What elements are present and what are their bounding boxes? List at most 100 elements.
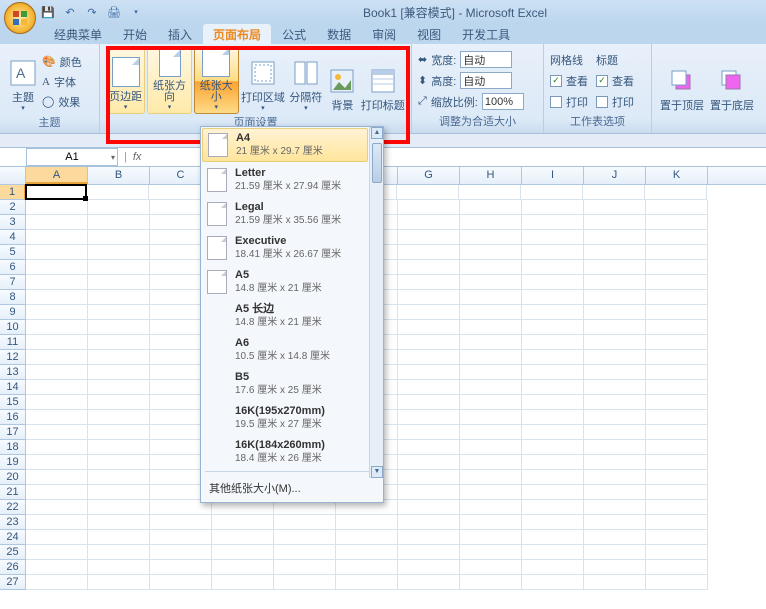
cell[interactable]: [460, 350, 522, 365]
cell[interactable]: [26, 425, 88, 440]
row-header[interactable]: 17: [0, 425, 26, 440]
cell[interactable]: [646, 560, 708, 575]
cell[interactable]: [522, 440, 584, 455]
themes-button[interactable]: A 主题▾: [6, 48, 40, 114]
print-titles-button[interactable]: 打印标题: [360, 48, 405, 114]
tab-formulas[interactable]: 公式: [272, 24, 316, 44]
row-header[interactable]: 5: [0, 245, 26, 260]
bring-front-button[interactable]: 置于顶层: [658, 48, 706, 114]
cell[interactable]: [398, 470, 460, 485]
cell[interactable]: [398, 500, 460, 515]
cell[interactable]: [87, 185, 149, 200]
cell[interactable]: [646, 515, 708, 530]
cell[interactable]: [398, 230, 460, 245]
cell[interactable]: [398, 560, 460, 575]
cell[interactable]: [398, 350, 460, 365]
cell[interactable]: [521, 185, 583, 200]
cell[interactable]: [88, 410, 150, 425]
cell[interactable]: [584, 215, 646, 230]
cell[interactable]: [150, 545, 212, 560]
column-header[interactable]: B: [88, 167, 150, 184]
cell[interactable]: [88, 575, 150, 590]
cell[interactable]: [398, 245, 460, 260]
cell[interactable]: [646, 365, 708, 380]
cell[interactable]: [460, 440, 522, 455]
tab-view[interactable]: 视图: [407, 24, 451, 44]
send-back-button[interactable]: 置于底层: [708, 48, 756, 114]
row-header[interactable]: 13: [0, 365, 26, 380]
cell[interactable]: [522, 230, 584, 245]
cell[interactable]: [522, 350, 584, 365]
cell[interactable]: [26, 305, 88, 320]
cell[interactable]: [26, 485, 88, 500]
cell[interactable]: [646, 335, 708, 350]
cell[interactable]: [646, 290, 708, 305]
cell[interactable]: [584, 575, 646, 590]
scale-width-input[interactable]: [460, 51, 512, 68]
cell[interactable]: [336, 575, 398, 590]
scale-percent-input[interactable]: [482, 93, 524, 110]
cell[interactable]: [212, 545, 274, 560]
cell[interactable]: [584, 395, 646, 410]
cell[interactable]: [398, 215, 460, 230]
cell[interactable]: [398, 365, 460, 380]
cell[interactable]: [646, 425, 708, 440]
breaks-button[interactable]: 分隔符▾: [287, 48, 324, 114]
column-header[interactable]: I: [522, 167, 584, 184]
tab-insert[interactable]: 插入: [158, 24, 202, 44]
cell[interactable]: [522, 245, 584, 260]
cell[interactable]: [459, 185, 521, 200]
cell[interactable]: [88, 365, 150, 380]
fx-icon[interactable]: fx: [133, 151, 142, 163]
row-header[interactable]: 23: [0, 515, 26, 530]
cell[interactable]: [460, 515, 522, 530]
cell[interactable]: [584, 335, 646, 350]
cell[interactable]: [150, 560, 212, 575]
cell[interactable]: [88, 455, 150, 470]
row-header[interactable]: 12: [0, 350, 26, 365]
cell[interactable]: [522, 200, 584, 215]
cell[interactable]: [584, 350, 646, 365]
cell[interactable]: [522, 275, 584, 290]
cell[interactable]: [646, 575, 708, 590]
cell[interactable]: [397, 185, 459, 200]
cell[interactable]: [460, 380, 522, 395]
cell[interactable]: [398, 380, 460, 395]
cell[interactable]: [460, 485, 522, 500]
cell[interactable]: [522, 560, 584, 575]
cell[interactable]: [88, 500, 150, 515]
cell[interactable]: [646, 305, 708, 320]
cell[interactable]: [645, 185, 707, 200]
cell[interactable]: [212, 560, 274, 575]
cell[interactable]: [522, 335, 584, 350]
cell[interactable]: [26, 560, 88, 575]
cell[interactable]: [88, 485, 150, 500]
row-header[interactable]: 7: [0, 275, 26, 290]
save-icon[interactable]: 💾: [40, 4, 56, 20]
cell[interactable]: [522, 470, 584, 485]
row-header[interactable]: 24: [0, 530, 26, 545]
row-header[interactable]: 19: [0, 455, 26, 470]
cell[interactable]: [646, 230, 708, 245]
cell[interactable]: [26, 275, 88, 290]
cell[interactable]: [522, 320, 584, 335]
paper-size-option[interactable]: 16K(184x260mm)18.4 厘米 x 26 厘米: [201, 435, 369, 469]
cell[interactable]: [88, 335, 150, 350]
cell[interactable]: [646, 320, 708, 335]
cell[interactable]: [646, 275, 708, 290]
tab-page-layout[interactable]: 页面布局: [203, 24, 271, 44]
cell[interactable]: [398, 260, 460, 275]
cell[interactable]: [26, 380, 88, 395]
cell[interactable]: [26, 395, 88, 410]
row-header[interactable]: 14: [0, 380, 26, 395]
cell[interactable]: [88, 380, 150, 395]
cell[interactable]: [584, 500, 646, 515]
cell[interactable]: [88, 470, 150, 485]
cell[interactable]: [460, 275, 522, 290]
cell[interactable]: [584, 485, 646, 500]
cell[interactable]: [460, 575, 522, 590]
paper-size-option[interactable]: A610.5 厘米 x 14.8 厘米: [201, 333, 369, 367]
column-header[interactable]: H: [460, 167, 522, 184]
cell[interactable]: [212, 515, 274, 530]
cell[interactable]: [88, 530, 150, 545]
